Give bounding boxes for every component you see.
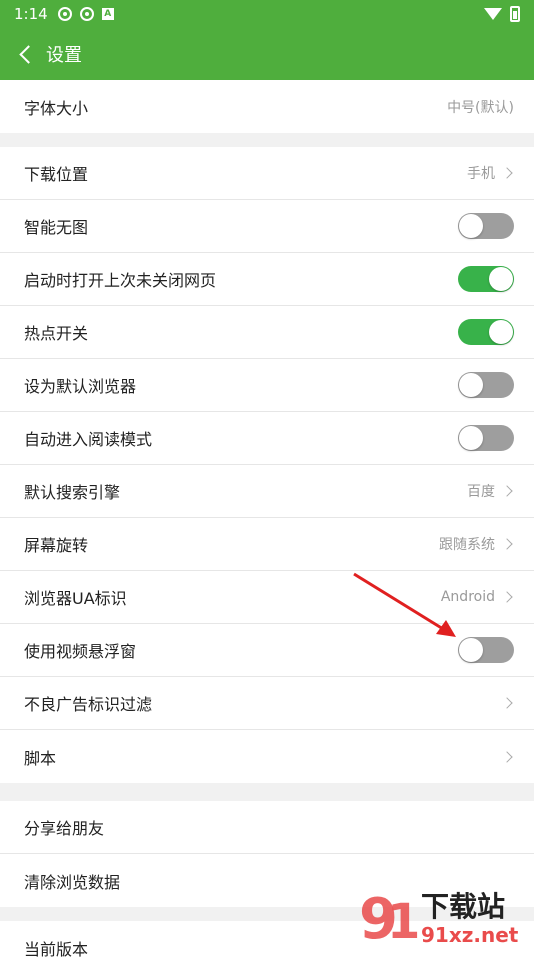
toggle-knob xyxy=(459,373,483,397)
toggle-knob xyxy=(459,214,483,238)
toggle-switch[interactable] xyxy=(458,637,514,663)
wifi-icon xyxy=(484,8,502,20)
setting-row[interactable]: 启动时打开上次未关闭网页 xyxy=(0,253,534,306)
setting-label: 不良广告标识过滤 xyxy=(24,691,152,715)
notification-icon xyxy=(58,7,72,21)
svg-text:91xz.net: 91xz.net xyxy=(421,923,519,947)
setting-row[interactable]: 分享给朋友 xyxy=(0,801,534,854)
setting-row[interactable]: 屏幕旋转 跟随系统 xyxy=(0,518,534,571)
setting-value xyxy=(495,753,514,761)
setting-label: 清除浏览数据 xyxy=(24,869,120,893)
setting-font-size[interactable]: 字体大小 中号(默认) xyxy=(0,80,534,133)
red-arrow-annotation xyxy=(350,570,460,640)
back-button[interactable] xyxy=(6,28,44,80)
toggle-knob xyxy=(489,267,513,291)
chevron-right-icon xyxy=(501,751,512,762)
setting-label: 热点开关 xyxy=(24,320,88,344)
setting-label: 智能无图 xyxy=(24,214,88,238)
setting-value: 百度 xyxy=(467,481,514,501)
setting-label: 下载位置 xyxy=(24,161,88,185)
back-arrow-icon xyxy=(19,45,37,63)
setting-value: 跟随系统 xyxy=(439,534,514,554)
setting-label: 屏幕旋转 xyxy=(24,532,88,556)
chevron-right-icon xyxy=(501,538,512,549)
chevron-right-icon xyxy=(501,167,512,178)
setting-row[interactable]: 不良广告标识过滤 xyxy=(0,677,534,730)
setting-label: 自动进入阅读模式 xyxy=(24,426,152,450)
toggle-switch[interactable] xyxy=(458,266,514,292)
setting-row[interactable]: 默认搜索引擎 百度 xyxy=(0,465,534,518)
toggle-switch[interactable] xyxy=(458,425,514,451)
setting-label: 分享给朋友 xyxy=(24,815,104,839)
setting-value: 手机 xyxy=(467,163,514,183)
setting-row[interactable]: 热点开关 xyxy=(0,306,534,359)
status-bar: 1:14 A xyxy=(0,0,534,28)
status-time: 1:14 xyxy=(14,5,48,23)
a-badge-icon: A xyxy=(102,8,114,20)
notification-icon-2 xyxy=(80,7,94,21)
setting-row[interactable]: 设为默认浏览器 xyxy=(0,359,534,412)
page-title: 设置 xyxy=(46,41,82,67)
settings-group-font: 字体大小 中号(默认) xyxy=(0,80,534,133)
toggle-switch[interactable] xyxy=(458,213,514,239)
setting-row[interactable]: 下载位置 手机 xyxy=(0,147,534,200)
setting-label: 启动时打开上次未关闭网页 xyxy=(24,267,216,291)
toggle-knob xyxy=(459,638,483,662)
svg-text:下载站: 下载站 xyxy=(421,890,505,923)
setting-label: 脚本 xyxy=(24,745,56,769)
chevron-right-icon xyxy=(501,591,512,602)
setting-value xyxy=(495,699,514,707)
toggle-switch[interactable] xyxy=(458,372,514,398)
setting-label: 当前版本 xyxy=(24,936,88,960)
setting-row[interactable]: 智能无图 xyxy=(0,200,534,253)
setting-row[interactable]: 自动进入阅读模式 xyxy=(0,412,534,465)
settings-group-main: 下载位置 手机智能无图启动时打开上次未关闭网页热点开关设为默认浏览器自动进入阅读模… xyxy=(0,147,534,783)
setting-label: 默认搜索引擎 xyxy=(24,479,120,503)
chevron-right-icon xyxy=(501,485,512,496)
toggle-knob xyxy=(489,320,513,344)
toggle-switch[interactable] xyxy=(458,319,514,345)
battery-icon xyxy=(510,6,520,22)
setting-label: 设为默认浏览器 xyxy=(24,373,136,397)
chevron-right-icon xyxy=(501,697,512,708)
toggle-knob xyxy=(459,426,483,450)
setting-value: 中号(默认) xyxy=(447,97,514,117)
watermark-logo: 9 1 下载站 91xz.net xyxy=(355,882,530,948)
setting-row[interactable]: 脚本 xyxy=(0,730,534,783)
svg-text:1: 1 xyxy=(387,894,420,948)
app-bar: 设置 xyxy=(0,28,534,80)
setting-label: 使用视频悬浮窗 xyxy=(24,638,136,662)
setting-label: 字体大小 xyxy=(24,95,88,119)
setting-label: 浏览器UA标识 xyxy=(24,585,127,609)
